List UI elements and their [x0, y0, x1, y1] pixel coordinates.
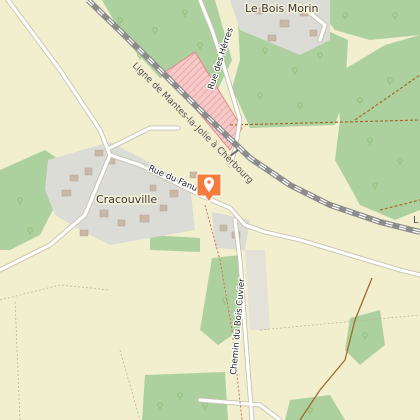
edge-label: L	[413, 215, 419, 226]
place-label-cracouville: Cracouville	[96, 193, 157, 206]
map-canvas[interactable]: Le Bois Morin Cracouville Rue des Hêrres…	[0, 0, 420, 420]
place-label-bois-morin: Le Bois Morin	[245, 2, 319, 15]
forest-south	[142, 372, 228, 420]
map-view[interactable]: Le Bois Morin Cracouville Rue des Hêrres…	[0, 0, 420, 420]
forest-small	[150, 235, 200, 252]
